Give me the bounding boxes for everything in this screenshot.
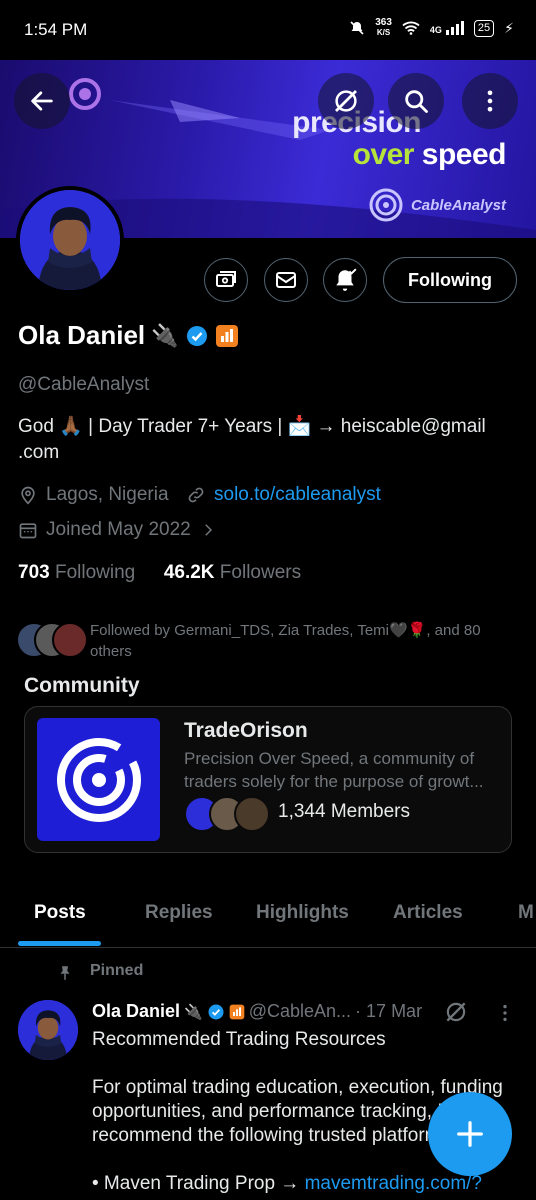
bio-line-2: .com <box>18 442 60 463</box>
more-options-button[interactable] <box>462 73 518 129</box>
followed-by-text[interactable]: Followed by Germani_TDS, Zia Trades, Tem… <box>90 620 520 662</box>
profile-tabs: Posts Replies Highlights Articles M <box>0 878 536 948</box>
pin-icon <box>60 966 70 980</box>
network-speed: 363 K/S <box>375 17 392 38</box>
profile-bio: God 🙏🏾 | Day Trader 7+ Years | 📩 → heisc… <box>18 414 518 466</box>
community-logo-icon <box>56 737 141 822</box>
verified-badge-icon <box>186 325 207 346</box>
notifications-button[interactable] <box>323 258 367 302</box>
bell-check-icon <box>336 268 357 291</box>
bio-line-1: God 🙏🏾 | Day Trader 7+ Years | 📩 → heisc… <box>18 416 486 437</box>
post-author-avatar[interactable] <box>18 1000 78 1060</box>
pinned-label: Pinned <box>90 962 144 979</box>
avatar-illustration <box>18 1000 78 1060</box>
post-date: · 17 Mar <box>355 1001 423 1021</box>
grok-icon[interactable] <box>443 999 469 1025</box>
follower-avatar <box>52 622 88 658</box>
community-members: 1,344 Members <box>278 801 411 822</box>
status-bar: 1:54 PM 363 K/S 4G 25 ⚡ <box>0 0 536 60</box>
subscription-badge-icon <box>229 1004 245 1019</box>
tip-button[interactable] <box>204 258 248 302</box>
tab-media[interactable]: M <box>518 902 534 924</box>
following-button[interactable]: Following <box>383 257 517 303</box>
community-section-title: Community <box>24 674 140 697</box>
arrow-left-icon <box>31 91 53 111</box>
plug-emoji: 🔌 <box>184 1003 203 1021</box>
post-author-name[interactable]: Ola Daniel <box>92 1001 180 1022</box>
profile-avatar[interactable] <box>16 186 124 294</box>
tab-posts[interactable]: Posts <box>34 902 86 924</box>
status-icons: 363 K/S 4G 25 ⚡ <box>349 18 514 38</box>
avatar-image <box>20 190 120 290</box>
plug-emoji: 🔌 <box>151 322 179 348</box>
post-header: Ola Daniel 🔌 @CableAn... · 17 Mar <box>92 1001 422 1022</box>
wifi-icon <box>402 21 420 35</box>
profile-joined[interactable]: Joined May 2022 <box>18 519 217 541</box>
battery-icon: 25 <box>473 19 495 37</box>
message-button[interactable] <box>264 258 308 302</box>
link-icon <box>188 487 204 503</box>
mute-icon <box>350 21 364 35</box>
tab-articles[interactable]: Articles <box>393 902 463 924</box>
following-count-link[interactable]: 703 Following <box>18 562 135 583</box>
post-more-icon[interactable] <box>494 1002 516 1024</box>
post-author-handle: @CableAn... <box>248 1001 352 1021</box>
search-icon <box>405 90 428 113</box>
banner-slogan-line2: over speed <box>352 138 507 171</box>
profile-website[interactable]: solo.to/cableanalyst <box>186 484 381 506</box>
signal-icon: 4G <box>430 21 464 35</box>
banner-brand: CableAnalyst <box>369 188 506 222</box>
money-icon <box>216 271 236 287</box>
plus-icon <box>457 1121 483 1147</box>
followed-by-avatars[interactable] <box>16 622 88 658</box>
verified-badge-icon <box>208 1004 224 1019</box>
profile-name-text: Ola Daniel <box>18 320 146 350</box>
grok-icon <box>335 90 357 112</box>
post-link[interactable]: mavemtrading.com/? <box>305 1173 482 1194</box>
charging-icon: ⚡ <box>504 19 514 36</box>
profile-name: Ola Daniel 🔌 <box>18 320 239 351</box>
community-description: Precision Over Speed, a community of tra… <box>184 749 484 791</box>
back-button[interactable] <box>14 73 70 129</box>
more-vertical-icon <box>487 90 493 112</box>
brand-logo-icon <box>369 188 403 222</box>
search-button[interactable] <box>388 73 444 129</box>
calendar-icon <box>19 523 37 539</box>
status-time: 1:54 PM <box>24 20 88 39</box>
community-name: TradeOrison <box>184 719 308 742</box>
compose-post-button[interactable] <box>428 1092 512 1176</box>
follow-counts: 703 Following 46.2K Followers <box>18 562 301 584</box>
chevron-right-icon <box>204 524 212 536</box>
envelope-icon <box>276 272 296 288</box>
tab-highlights[interactable]: Highlights <box>256 902 349 924</box>
profile-handle: @CableAnalyst <box>18 374 150 395</box>
followers-count-link[interactable]: 46.2K Followers <box>164 562 301 583</box>
tab-replies[interactable]: Replies <box>145 902 213 924</box>
grok-button[interactable] <box>318 73 374 129</box>
member-avatar <box>234 796 270 832</box>
avatar-illustration <box>20 190 120 290</box>
location-pin-icon <box>21 486 35 505</box>
subscription-badge-icon <box>215 324 238 347</box>
community-logo <box>37 718 160 841</box>
community-card[interactable]: TradeOrison Precision Over Speed, a comm… <box>24 706 512 853</box>
active-tab-indicator <box>18 941 101 946</box>
profile-location: Lagos, Nigeria <box>18 484 169 506</box>
